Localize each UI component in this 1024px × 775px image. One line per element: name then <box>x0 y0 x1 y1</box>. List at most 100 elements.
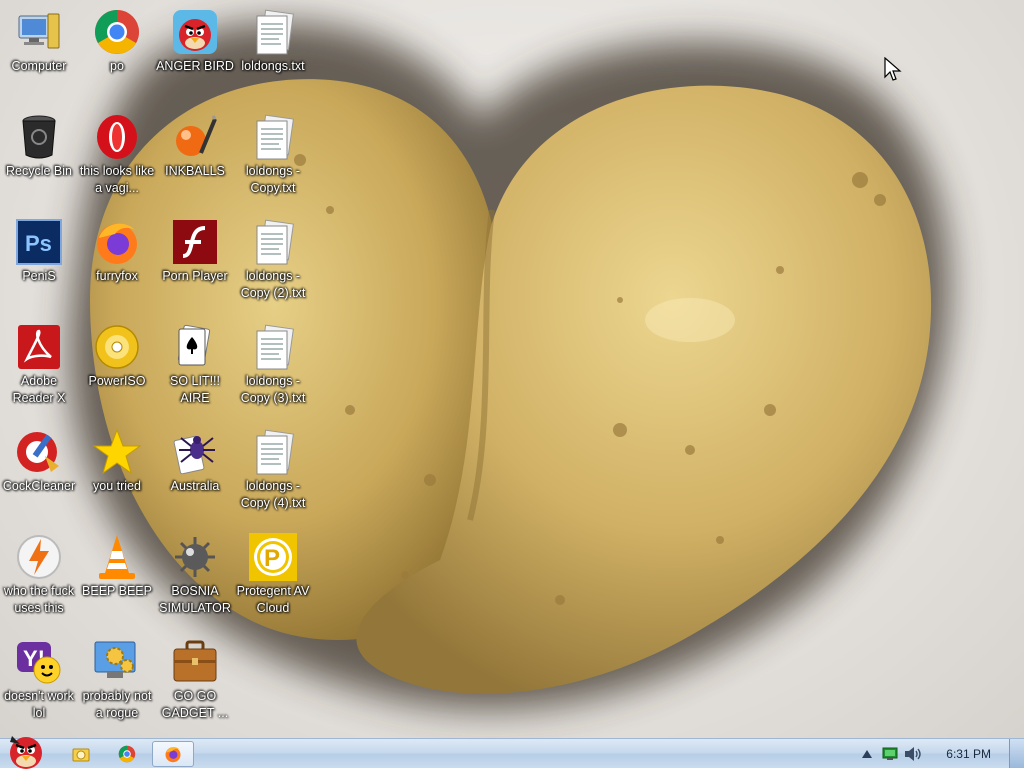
desktop-icon-furryfox[interactable]: furryfox <box>78 218 156 285</box>
taskbar-chrome-button[interactable] <box>106 741 148 767</box>
desktop-icon-go-go-gadget[interactable]: GO GO GADGET ... <box>156 638 234 722</box>
volume-icon[interactable] <box>904 746 922 762</box>
icon-label: loldongs - Copy (4).txt <box>240 479 306 510</box>
desktop-icon-protegent[interactable]: P Protegent AV Cloud <box>234 533 312 617</box>
desktop-icon-you-tried[interactable]: you tried <box>78 428 156 495</box>
control-panel-icon <box>93 638 141 686</box>
system-tray: 6:31 PM <box>854 739 1024 769</box>
desktop: Computer Recycle Bin Ps PeniS Adobe Read… <box>0 0 1024 738</box>
icon-label: Adobe Reader X <box>12 374 66 405</box>
desktop-icon-inkballs[interactable]: INKBALLS <box>156 113 234 180</box>
computer-icon <box>15 8 63 56</box>
vlc-cone-icon <box>93 533 141 581</box>
icon-label: furryfox <box>96 269 138 283</box>
desktop-icon-loldongs-copy-2-txt[interactable]: loldongs - Copy (2).txt <box>234 218 312 302</box>
desktop-icon-computer[interactable]: Computer <box>0 8 78 75</box>
text-file-icon <box>249 113 297 161</box>
desktop-icon-porn-player[interactable]: Porn Player <box>156 218 234 285</box>
desktop-icon-probably-not-rogue[interactable]: probably not a rogue <box>78 638 156 722</box>
inkball-icon <box>171 113 219 161</box>
taskbar-firefox-button[interactable] <box>152 741 194 767</box>
firefox-icon <box>93 218 141 266</box>
icon-label: po <box>110 59 124 73</box>
desktop-icon-penis[interactable]: Ps PeniS <box>0 218 78 285</box>
icon-label: loldongs - Copy.txt <box>245 164 301 195</box>
desktop-icon-doesnt-work[interactable]: Y! doesn't work lol <box>0 638 78 722</box>
desktop-icon-anger-bird[interactable]: ANGER BIRD <box>156 8 234 75</box>
start-button[interactable] <box>2 732 50 770</box>
icon-label: SO LIT!!! AIRE <box>169 374 220 405</box>
icon-label: you tried <box>93 479 141 493</box>
desktop-icon-loldongs-copy-4-txt[interactable]: loldongs - Copy (4).txt <box>234 428 312 512</box>
icon-label: Recycle Bin <box>6 164 72 178</box>
yahoo-messenger-icon: Y! <box>15 638 63 686</box>
chrome-icon <box>118 745 136 763</box>
icon-label: Australia <box>170 479 220 493</box>
desktop-icon-po[interactable]: po <box>78 8 156 75</box>
text-file-icon <box>249 323 297 371</box>
chrome-icon <box>93 8 141 56</box>
briefcase-icon <box>171 638 219 686</box>
ccleaner-icon <box>15 428 63 476</box>
taskbar-explorer-button[interactable] <box>60 741 102 767</box>
desktop-icon-loldongs-copy-txt[interactable]: loldongs - Copy.txt <box>234 113 312 197</box>
icon-label: Porn Player <box>162 269 228 283</box>
icon-label: loldongs - Copy (3).txt <box>240 374 306 405</box>
desktop-icon-bosnia-simulator[interactable]: BOSNIA SIMULATOR <box>156 533 234 617</box>
show-desktop-button[interactable] <box>1009 739 1024 768</box>
text-file-icon <box>249 428 297 476</box>
icon-label: PeniS <box>22 269 56 283</box>
gold-star-icon <box>92 428 142 476</box>
firefox-icon <box>165 747 181 763</box>
desktop-icon-loldongs-txt[interactable]: loldongs.txt <box>234 8 312 75</box>
adobe-reader-icon <box>15 323 63 371</box>
desktop-icon-so-lit-aire[interactable]: SO LIT!!! AIRE <box>156 323 234 407</box>
icon-label: who the fuck uses this <box>3 584 75 615</box>
desktop-icon-australia[interactable]: Australia <box>156 428 234 495</box>
recycle-bin-icon <box>15 113 63 161</box>
desktop-icon-poweriso[interactable]: PowerISO <box>78 323 156 390</box>
icon-label: loldongs - Copy (2).txt <box>240 269 306 300</box>
protegent-icon: P <box>249 533 297 581</box>
icon-label: doesn't work lol <box>4 689 74 720</box>
svg-text:P: P <box>264 545 280 572</box>
network-icon[interactable] <box>882 746 898 762</box>
opera-icon <box>93 113 141 161</box>
icon-label: BEEP BEEP <box>82 584 152 598</box>
avast-icon <box>15 533 63 581</box>
icon-label: BOSNIA SIMULATOR <box>159 584 231 615</box>
svg-text:Ps: Ps <box>25 231 52 256</box>
icon-label: this looks like a vagi... <box>79 164 155 195</box>
icon-label: INKBALLS <box>165 164 225 178</box>
icon-label: ANGER BIRD <box>156 59 234 73</box>
icon-label: CockCleaner <box>2 479 76 493</box>
poweriso-disc-icon <box>93 323 141 371</box>
solitaire-cards-icon <box>171 323 219 371</box>
desktop-icon-who-uses-this[interactable]: who the fuck uses this <box>0 533 78 617</box>
flash-player-icon <box>171 218 219 266</box>
photoshop-icon: Ps <box>15 218 63 266</box>
desktop-icon-opera[interactable]: this looks like a vagi... <box>78 113 156 197</box>
icon-label: PowerISO <box>88 374 146 388</box>
desktop-icon-beep-beep[interactable]: BEEP BEEP <box>78 533 156 600</box>
taskbar-clock[interactable]: 6:31 PM <box>946 747 991 761</box>
show-hidden-icons-icon[interactable] <box>862 750 872 758</box>
text-file-icon <box>249 8 297 56</box>
icon-label: GO GO GADGET ... <box>161 689 229 720</box>
text-file-icon <box>249 218 297 266</box>
desktop-icon-loldongs-copy-3-txt[interactable]: loldongs - Copy (3).txt <box>234 323 312 407</box>
desktop-icon-cockcleaner[interactable]: CockCleaner <box>0 428 78 495</box>
desktop-icon-recycle-bin[interactable]: Recycle Bin <box>0 113 78 180</box>
icon-label: Computer <box>11 59 67 73</box>
desktop-icon-adobe-reader[interactable]: Adobe Reader X <box>0 323 78 407</box>
explorer-folder-icon <box>72 748 90 762</box>
minesweeper-mine-icon <box>171 533 219 581</box>
angry-birds-icon <box>171 8 219 56</box>
mouse-cursor-icon <box>884 57 902 81</box>
taskbar: 6:31 PM <box>0 736 1024 769</box>
icon-label: Protegent AV Cloud <box>236 584 310 615</box>
icon-label: loldongs.txt <box>241 59 305 73</box>
spider-solitaire-icon <box>171 428 219 476</box>
icon-label: probably not a rogue <box>82 689 152 720</box>
angry-bird-start-icon <box>10 736 42 769</box>
